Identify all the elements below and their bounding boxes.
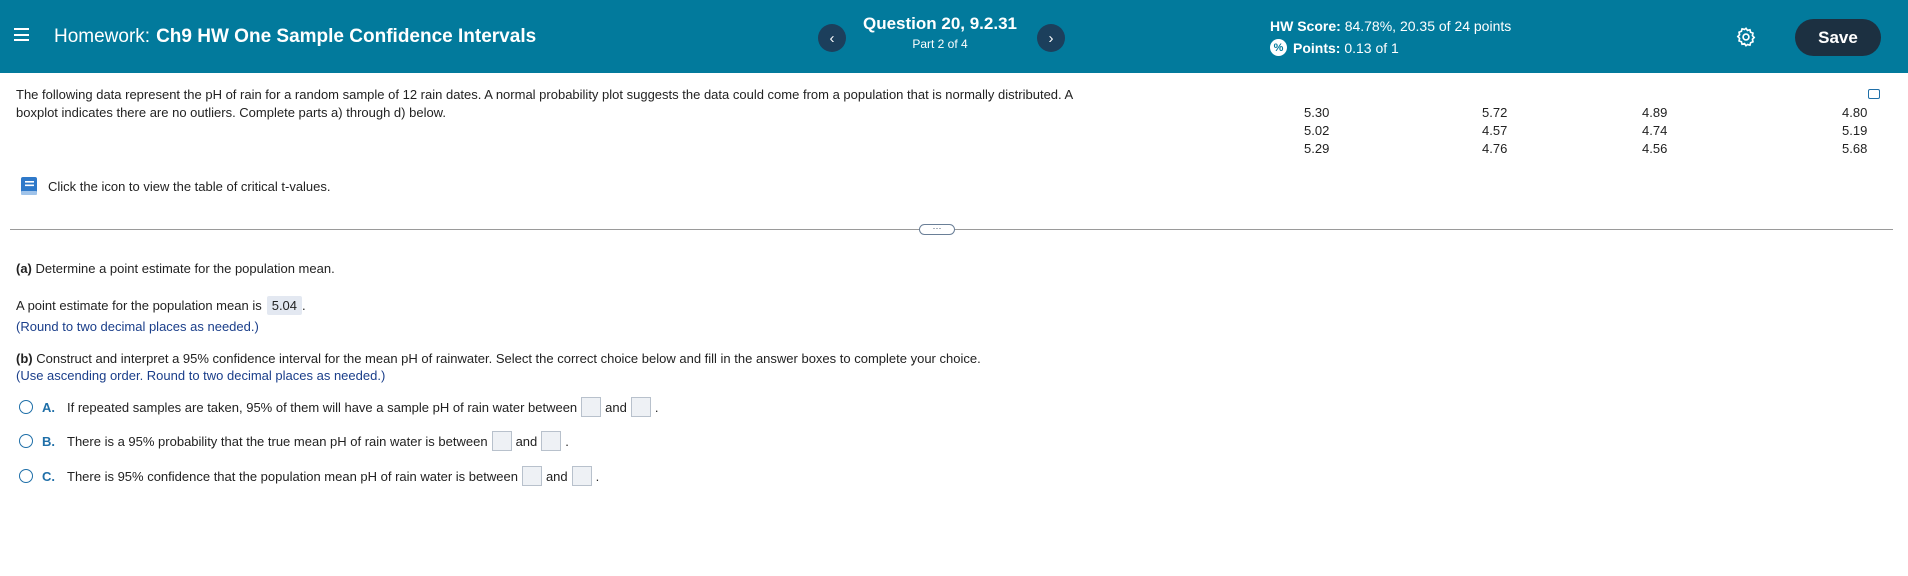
data-value: 5.02 — [1304, 123, 1330, 138]
upper-bound-input[interactable] — [571, 466, 592, 486]
choice-text: If repeated samples are taken, 95% of th… — [67, 399, 578, 415]
part-b-question-text: Construct and interpret a 95% confidence… — [36, 351, 981, 366]
data-value: 5.68 — [1842, 141, 1868, 156]
book-icon[interactable] — [18, 175, 40, 197]
hw-score: HW Score: 84.78%, 20.35 of 24 points — [1270, 18, 1511, 34]
part-a-answer-prefix: A point estimate for the population mean… — [16, 298, 262, 313]
choice-a[interactable]: A. If repeated samples are taken, 95% of… — [19, 397, 659, 417]
data-column: 4.89 4.74 4.56 — [1642, 104, 1667, 158]
lower-bound-input[interactable] — [581, 397, 602, 417]
expand-icon[interactable] — [1868, 89, 1880, 99]
choice-letter: A. — [42, 399, 55, 415]
data-value: 4.76 — [1482, 141, 1508, 156]
radio-button[interactable] — [19, 400, 33, 414]
score-block: HW Score: 84.78%, 20.35 of 24 points % P… — [1270, 18, 1511, 56]
homework-title-name: Ch9 HW One Sample Confidence Intervals — [156, 26, 537, 47]
data-value: 5.72 — [1482, 105, 1508, 120]
data-value: 4.56 — [1642, 141, 1668, 156]
choice-b[interactable]: B. There is a 95% probability that the t… — [19, 431, 569, 451]
hw-score-value: 84.78%, 20.35 of 24 points — [1344, 18, 1512, 34]
data-value: 4.89 — [1642, 105, 1668, 120]
choice-end: . — [595, 468, 600, 484]
choice-and: and — [605, 399, 627, 415]
data-column: 5.30 5.02 5.29 — [1304, 104, 1329, 158]
upper-bound-input[interactable] — [541, 431, 562, 451]
part-a-answer: A point estimate for the population mean… — [16, 296, 306, 315]
choice-end: . — [654, 399, 659, 415]
data-value: 4.74 — [1642, 123, 1668, 138]
data-value: 5.19 — [1842, 123, 1868, 138]
gear-icon[interactable] — [1735, 26, 1757, 48]
question-title: Question 20, 9.2.31 — [862, 14, 1017, 33]
point-estimate-answer[interactable]: 5.04 — [266, 296, 303, 315]
choice-letter: B. — [42, 433, 55, 449]
next-question-button[interactable]: › — [1037, 24, 1065, 52]
part-a-label: (a) — [16, 261, 32, 276]
data-value: 5.29 — [1304, 141, 1330, 156]
question-info: Question 20, 9.2.31 Part 2 of 4 — [850, 14, 1030, 51]
part-a-question-text: Determine a point estimate for the popul… — [35, 261, 335, 276]
data-column: 4.80 5.19 5.68 — [1842, 104, 1867, 158]
part-a-hint: (Round to two decimal places as needed.) — [16, 319, 259, 334]
radio-button[interactable] — [19, 469, 33, 483]
data-value: 5.30 — [1304, 105, 1330, 120]
part-b-question: (b) Construct and interpret a 95% confid… — [16, 351, 981, 366]
data-column: 5.72 4.57 4.76 — [1482, 104, 1507, 158]
previous-question-button[interactable]: ‹ — [818, 24, 846, 52]
hw-score-label: HW Score: — [1270, 18, 1341, 34]
homework-title: Homework: Ch9 HW One Sample Confidence In… — [54, 26, 536, 48]
t-values-text: Click the icon to view the table of crit… — [48, 178, 331, 194]
choice-and: and — [515, 433, 538, 449]
upper-bound-input[interactable] — [630, 397, 651, 417]
radio-button[interactable] — [19, 434, 33, 448]
choice-letter: C. — [42, 468, 55, 484]
homework-title-prefix: Homework: — [54, 26, 151, 47]
choice-end: . — [565, 433, 569, 449]
chevron-right-icon: › — [1048, 29, 1054, 47]
part-b-hint: (Use ascending order. Round to two decim… — [16, 368, 386, 383]
menu-icon[interactable] — [14, 28, 29, 41]
points-row: % Points: 0.13 of 1 — [1270, 39, 1511, 56]
data-value: 4.57 — [1482, 123, 1508, 138]
lower-bound-input[interactable] — [521, 466, 542, 486]
t-values-link: Click the icon to view the table of crit… — [18, 175, 331, 197]
choice-c[interactable]: C. There is 95% confidence that the popu… — [19, 466, 599, 486]
lower-bound-input[interactable] — [491, 431, 512, 451]
problem-statement: The following data represent the pH of r… — [16, 87, 1073, 120]
choice-text: There is a 95% probability that the true… — [67, 433, 488, 449]
points-value: 0.13 of 1 — [1344, 39, 1399, 56]
part-b-label: (b) — [16, 351, 33, 366]
part-a-question: (a) Determine a point estimate for the p… — [16, 261, 335, 276]
partial-credit-icon: % — [1270, 39, 1287, 56]
question-part: Part 2 of 4 — [912, 37, 968, 51]
data-value: 4.80 — [1842, 105, 1868, 120]
chevron-left-icon: ‹ — [829, 29, 835, 47]
part-a-answer-suffix: . — [302, 298, 306, 313]
points-label: Points: — [1293, 39, 1341, 56]
top-bar: Homework: Ch9 HW One Sample Confidence In… — [0, 0, 1908, 73]
choice-text: There is 95% confidence that the populat… — [67, 468, 518, 484]
choice-and: and — [545, 468, 568, 484]
divider-handle[interactable]: ··· — [919, 224, 955, 235]
save-button[interactable]: Save — [1795, 19, 1881, 56]
